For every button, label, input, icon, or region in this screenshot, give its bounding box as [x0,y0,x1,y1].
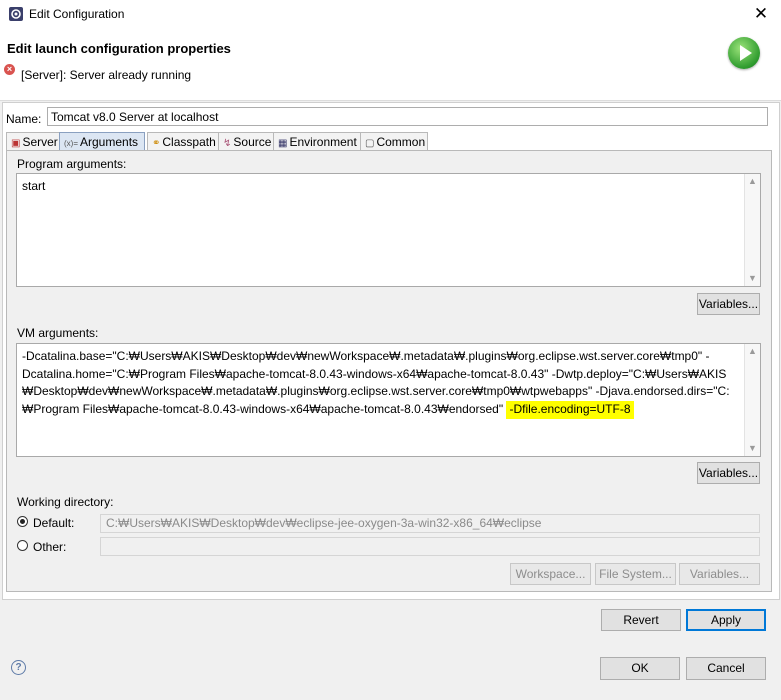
run-icon [728,37,760,69]
vm-arguments-label: VM arguments: [17,326,99,340]
program-arguments-label: Program arguments: [17,157,127,171]
default-label: Default: [33,516,75,530]
tab-environment[interactable]: ▦ Environment [273,132,361,151]
eclipse-gear-icon [8,6,24,22]
scroll-up-icon[interactable]: ▲ [745,344,760,359]
file-encoding-highlight: -Dfile.encoding=UTF-8 [506,400,634,419]
apply-button[interactable]: Apply [686,609,766,631]
help-icon[interactable]: ? [11,660,26,675]
scroll-down-icon[interactable]: ▼ [745,271,760,286]
program-variables-button[interactable]: Variables... [697,293,760,315]
error-message: [Server]: Server already running [21,68,192,82]
tab-common[interactable]: ▢ Common [360,132,428,151]
name-field[interactable]: Tomcat v8.0 Server at localhost [47,107,768,126]
other-directory-field[interactable] [100,537,760,556]
default-directory-field: C:₩Users₩AKIS₩Desktop₩dev₩eclipse-jee-ox… [100,514,760,533]
workdir-variables-button[interactable]: Variables... [679,563,760,585]
tab-source[interactable]: ↯ Source [218,132,274,151]
vm-arguments-textarea[interactable]: -Dcatalina.base="C:₩Users₩AKIS₩Desktop₩d… [16,343,761,457]
scrollbar[interactable]: ▲ ▼ [744,344,760,456]
window-title: Edit Configuration [29,7,125,21]
other-label: Other: [33,540,67,554]
file-system-button[interactable]: File System... [595,563,676,585]
scroll-down-icon[interactable]: ▼ [745,441,760,456]
revert-button[interactable]: Revert [601,609,681,631]
cancel-button[interactable]: Cancel [686,657,766,680]
dialog-heading: Edit launch configuration properties [7,41,231,56]
tab-arguments[interactable]: (x)= Arguments [59,132,145,151]
name-label: Name: [6,112,42,126]
ok-button[interactable]: OK [600,657,680,680]
program-arguments-textarea[interactable]: start ▲ ▼ [16,173,761,287]
default-radio[interactable] [17,516,28,527]
tab-classpath[interactable]: ⚭ Classpath [147,132,219,151]
scrollbar[interactable]: ▲ ▼ [744,174,760,286]
other-radio[interactable] [17,540,28,551]
tab-server[interactable]: ▣ Server [6,132,60,151]
vm-args-line-3: ₩Desktop₩dev₩newWorkspace₩.metadata₩.plu… [22,384,730,398]
vm-args-line-4: ₩Program Files₩apache-tomcat-8.0.43-wind… [22,400,755,419]
working-directory-label: Working directory: [17,495,114,509]
vm-args-line-2: Dcatalina.home="C:₩Program Files₩apache-… [22,366,727,381]
vm-args-line-1: -Dcatalina.base="C:₩Users₩AKIS₩Desktop₩d… [22,349,710,363]
close-icon[interactable]: ✕ [752,4,770,24]
scroll-up-icon[interactable]: ▲ [745,174,760,189]
error-icon: × [4,64,15,75]
vm-variables-button[interactable]: Variables... [697,462,760,484]
workspace-button[interactable]: Workspace... [510,563,591,585]
